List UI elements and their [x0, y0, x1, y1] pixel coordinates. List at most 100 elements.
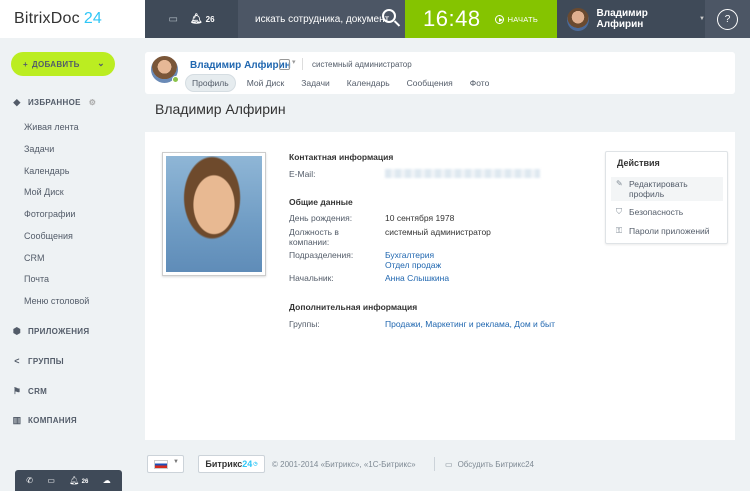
app-passwords-action[interactable]: ⚿ Пароли приложений: [611, 226, 723, 236]
profile-photo-image: [166, 156, 262, 272]
email-value-blurred: [385, 169, 540, 178]
notifications-button[interactable]: 🔔︎ 26: [190, 14, 215, 25]
clock-time: 16:48: [423, 6, 481, 31]
profile-tabs: Профиль Мой Диск Задачи Календарь Сообще…: [185, 74, 500, 92]
chevron-down-icon: ▼: [173, 459, 179, 465]
edit-profile-action[interactable]: ✎ Редактировать профиль: [611, 177, 723, 201]
header-icons: ▭ 🔔︎ 26: [145, 0, 238, 38]
sidebar-section-crm[interactable]: ⚑ CRM: [12, 386, 47, 397]
contact-info-heading: Контактная информация: [289, 152, 394, 162]
sidebar-item-canteen-menu[interactable]: Меню столовой: [24, 296, 89, 306]
sidebar-section-groups[interactable]: < ГРУППЫ: [12, 356, 64, 366]
logo-number: 24: [83, 10, 103, 27]
department-link-sales[interactable]: Отдел продаж: [385, 260, 441, 270]
language-select[interactable]: ▼: [147, 455, 184, 473]
online-status-icon: [172, 76, 179, 83]
logo[interactable]: BitrixDoc 24: [0, 0, 145, 38]
tab-calendar[interactable]: Календарь: [341, 75, 396, 91]
company-label: КОМПАНИЯ: [28, 416, 77, 425]
edit-profile-label: Редактировать профиль: [629, 179, 688, 199]
manager-link[interactable]: Анна Слышкина: [385, 273, 449, 283]
sidebar-item-mail[interactable]: Почта: [24, 274, 49, 284]
tab-profile[interactable]: Профиль: [185, 74, 236, 92]
sidebar-item-live-feed[interactable]: Живая лента: [24, 122, 79, 132]
search-icon[interactable]: [382, 9, 396, 23]
favorites-label: ИЗБРАННОЕ: [28, 98, 81, 107]
bottom-toolbar: ✆ ▭ 🔔︎ 26 ☁: [15, 470, 122, 491]
flag-icon: ⚑: [12, 386, 22, 396]
copyright: © 2001-2014 «Битрикс», «1С-Битрикс»: [272, 460, 416, 469]
groups-label: ГРУППЫ: [28, 356, 64, 366]
start-label: НАЧАТЬ: [507, 14, 539, 24]
chevron-down-icon: ⌄: [97, 58, 105, 68]
tag-icon: ◆: [13, 97, 21, 107]
plus-icon: +: [23, 59, 28, 69]
sidebar-item-my-drive[interactable]: Мой Диск: [24, 187, 64, 197]
comment-icon: ▭: [445, 460, 453, 469]
groups-links[interactable]: Продажи, Маркетинг и реклама, Дом и быт: [385, 319, 555, 329]
departments-label: Подразделения:: [289, 250, 354, 260]
document-icon[interactable]: [279, 58, 296, 70]
brand-number: 24: [242, 459, 253, 469]
phone-icon[interactable]: ✆: [26, 476, 33, 485]
divider: [302, 58, 303, 70]
sidebar-section-favorites[interactable]: ◆ ИЗБРАННОЕ ⚙: [12, 97, 96, 108]
actions-panel: Действия ✎ Редактировать профиль ⛉ Безоп…: [605, 151, 728, 244]
chat-icon[interactable]: ▭: [168, 14, 177, 25]
profile-card: Контактная информация E-Mail: Общие данн…: [145, 132, 735, 440]
actions-title: Действия: [617, 158, 660, 168]
sidebar-item-crm[interactable]: CRM: [24, 253, 45, 263]
chat-icon[interactable]: ▭: [47, 476, 55, 485]
tab-my-drive[interactable]: Мой Диск: [241, 75, 291, 91]
sidebar-item-calendar[interactable]: Календарь: [24, 166, 69, 176]
notifications-count: 26: [81, 479, 89, 485]
bitrix24-logo-button[interactable]: Битрикс 24 ◷: [198, 455, 265, 473]
gear-icon[interactable]: ⚙: [89, 98, 96, 107]
user-name: Владимир Алфирин: [596, 8, 648, 30]
tab-messages[interactable]: Сообщения: [401, 75, 459, 91]
app-passwords-label: Пароли приложений: [629, 226, 710, 236]
profile-photo[interactable]: [162, 152, 266, 276]
work-time-widget[interactable]: 16:48 НАЧАТЬ: [405, 0, 557, 38]
tab-photo[interactable]: Фото: [464, 75, 496, 91]
help-button[interactable]: ?: [705, 0, 750, 38]
sidebar: + ДОБАВИТЬ ⌄ ◆ ИЗБРАННОЕ ⚙ Живая лента З…: [0, 38, 130, 491]
top-header: BitrixDoc 24 ▭ 🔔︎ 26 искать сотрудника, д…: [0, 0, 750, 38]
discuss-link[interactable]: ▭ Обсудить Битрикс24: [445, 460, 534, 469]
cloud-icon[interactable]: ☁: [103, 476, 111, 485]
logo-text: BitrixDoc: [14, 10, 80, 27]
user-menu[interactable]: Владимир Алфирин ▼: [557, 0, 705, 38]
cube-icon: ⬢: [12, 326, 22, 336]
search-input[interactable]: искать сотрудника, документ: [238, 0, 405, 38]
profile-role: системный администратор: [312, 60, 412, 69]
sidebar-item-tasks[interactable]: Задачи: [24, 144, 54, 154]
search-placeholder: искать сотрудника, документ: [255, 13, 390, 25]
page-title: Владимир Алфирин: [155, 101, 286, 117]
sidebar-section-apps[interactable]: ⬢ ПРИЛОЖЕНИЯ: [12, 326, 89, 337]
play-icon: [494, 14, 504, 24]
key-icon: ⚿: [616, 226, 623, 235]
security-action[interactable]: ⛉ Безопасность: [611, 207, 723, 217]
notifications-button[interactable]: 🔔︎ 26: [69, 476, 88, 485]
brand-text: Битрикс: [205, 459, 243, 469]
department-link-accounting[interactable]: Бухгалтерия: [385, 250, 434, 260]
additional-info-heading: Дополнительная информация: [289, 302, 418, 312]
crm-label: CRM: [28, 387, 48, 396]
add-button[interactable]: + ДОБАВИТЬ ⌄: [11, 52, 115, 76]
share-icon: <: [14, 356, 20, 366]
position-value: системный администратор: [385, 227, 491, 237]
birthday-label: День рождения:: [289, 213, 353, 223]
start-workday-button[interactable]: НАЧАТЬ: [494, 14, 539, 24]
company-icon: ▥: [12, 415, 22, 425]
sidebar-section-company[interactable]: ▥ КОМПАНИЯ: [12, 415, 77, 426]
divider: [434, 457, 435, 471]
general-data-heading: Общие данные: [289, 197, 353, 207]
sidebar-item-photos[interactable]: Фотографии: [24, 209, 75, 219]
tab-tasks[interactable]: Задачи: [295, 75, 336, 91]
profile-name-link[interactable]: Владимир Алфирин: [190, 60, 291, 71]
avatar[interactable]: [151, 56, 179, 83]
bell-icon: 🔔︎: [189, 13, 203, 25]
sidebar-item-messages[interactable]: Сообщения: [24, 231, 73, 241]
russian-flag-icon: [154, 460, 168, 469]
avatar: [567, 7, 589, 31]
